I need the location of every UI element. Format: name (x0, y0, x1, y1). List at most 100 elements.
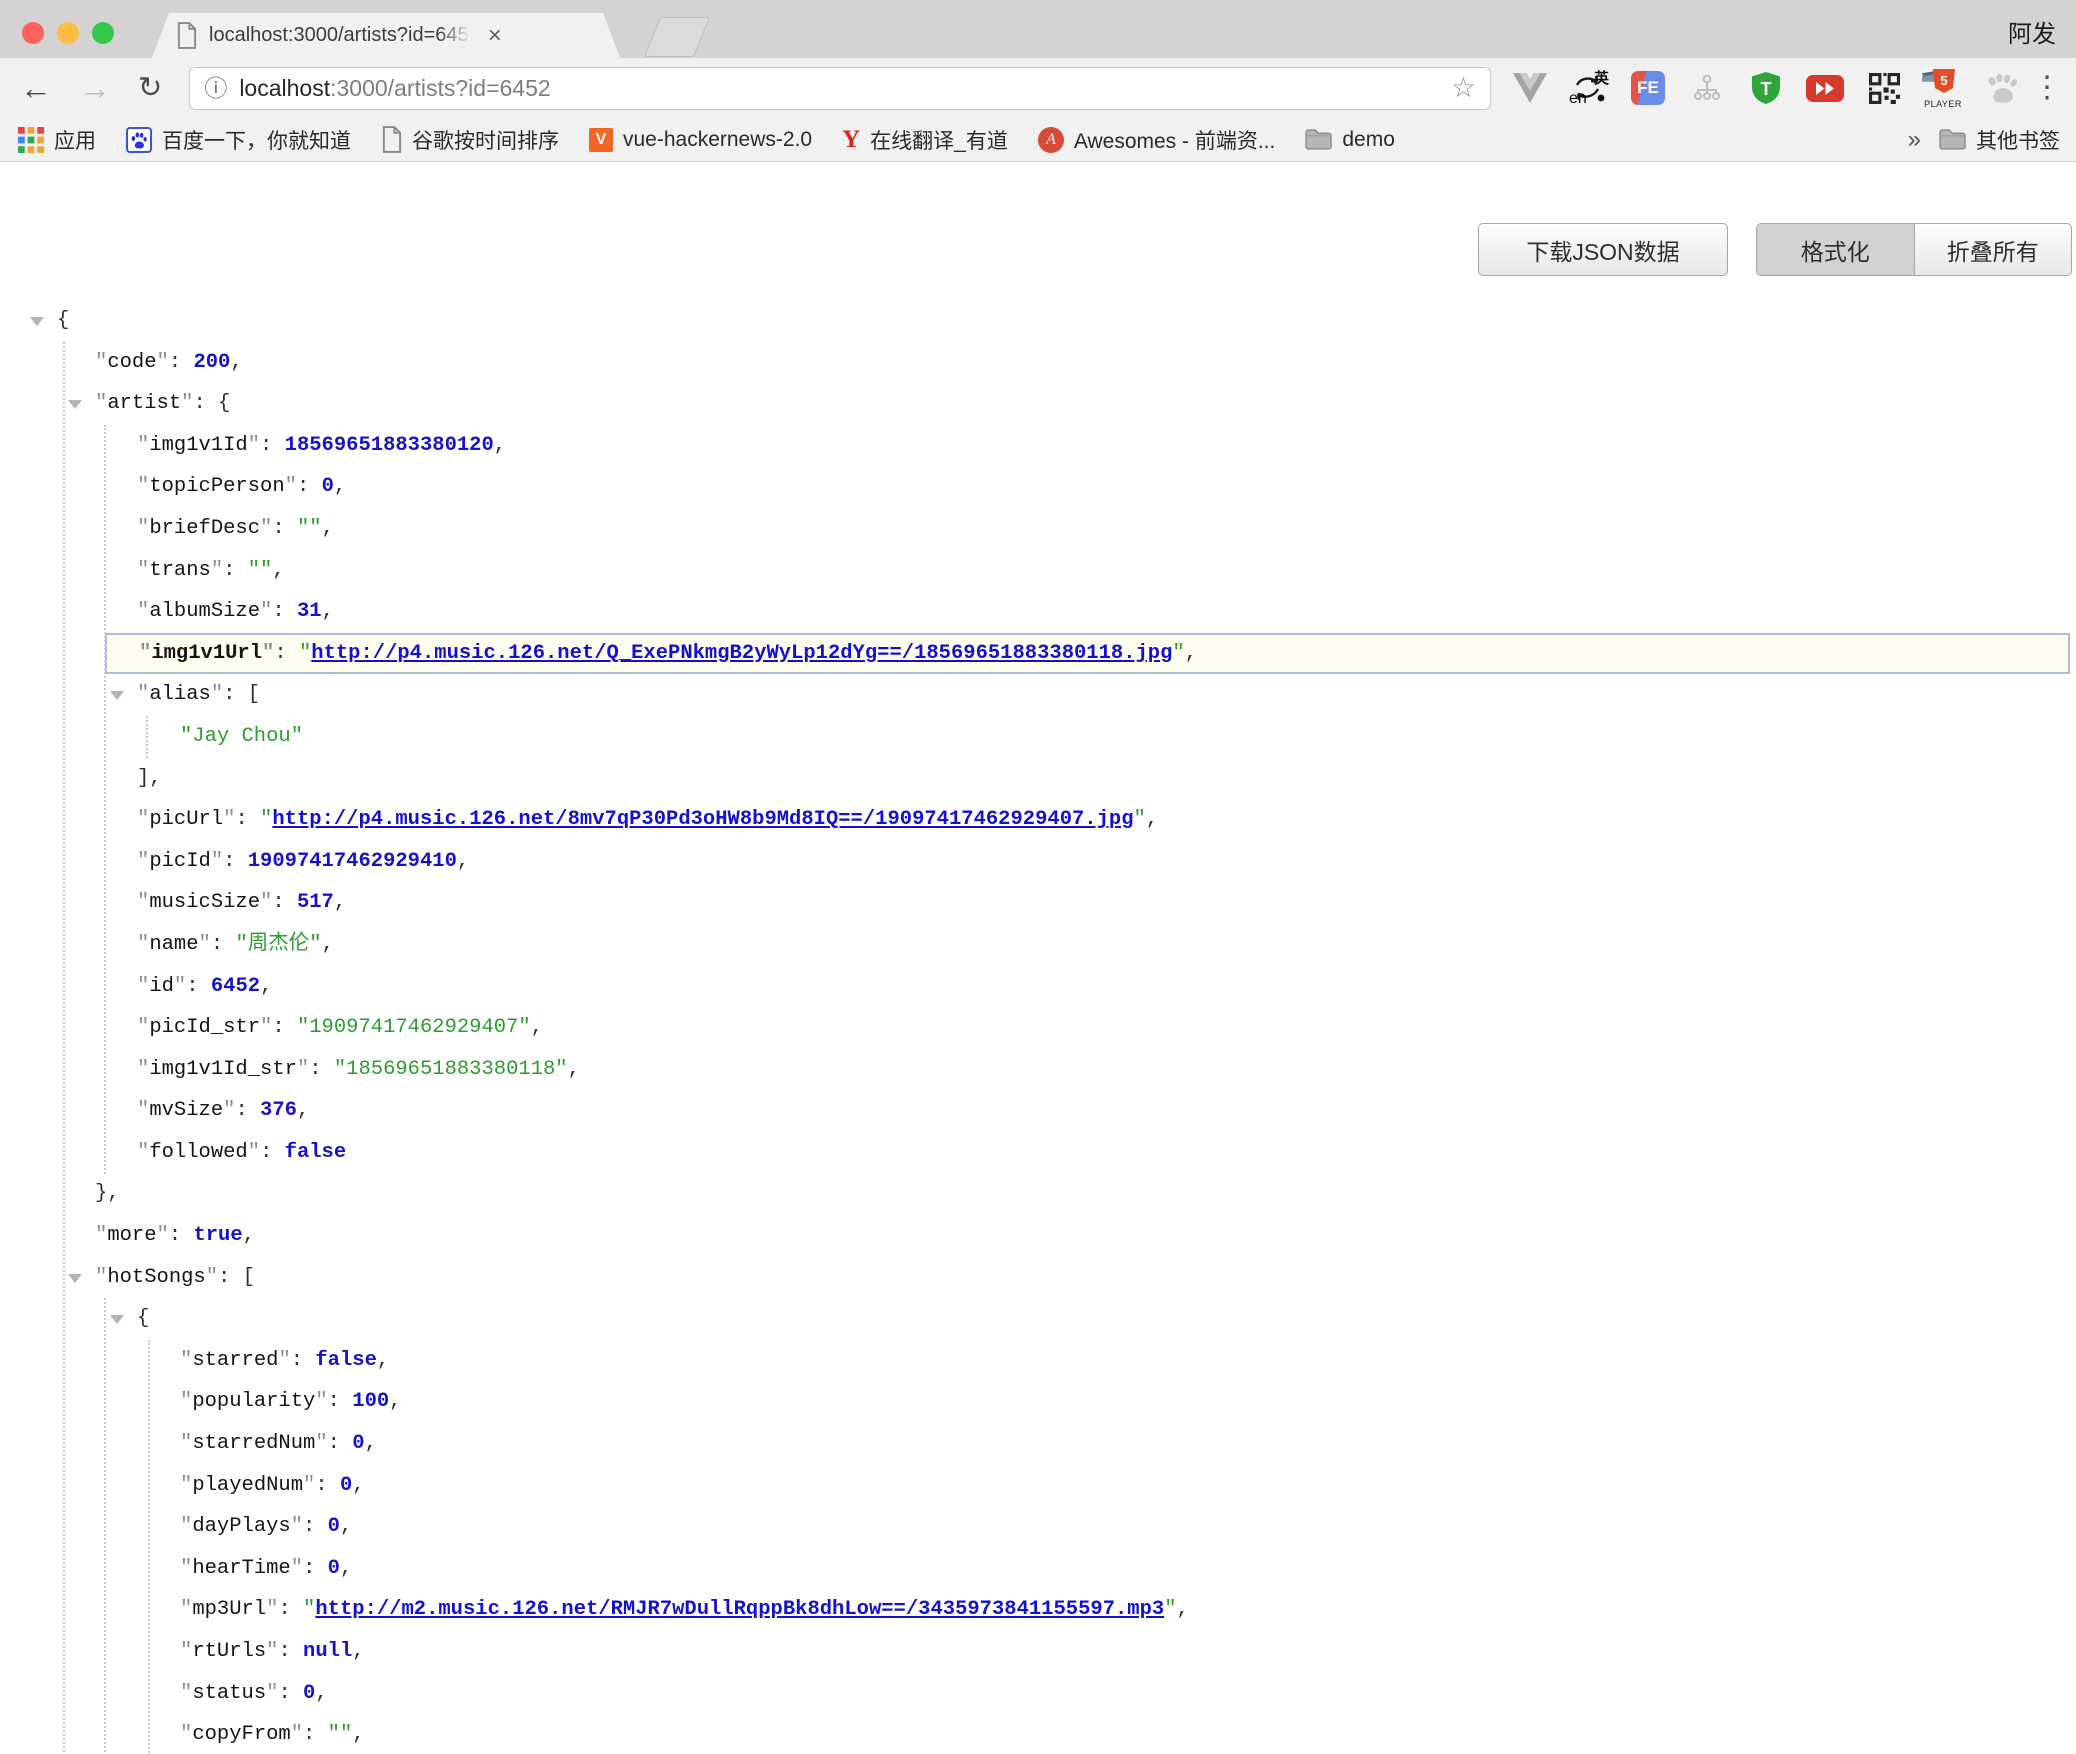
json-line: "alias": [ (0, 674, 2076, 716)
json-punctuation: , (365, 1432, 377, 1455)
json-line: "copyFrom": "", (0, 1714, 2076, 1753)
zoom-window-button[interactable] (92, 22, 114, 44)
quote: " (1172, 642, 1184, 665)
apps-grid-icon (18, 127, 44, 153)
json-key: more (107, 1224, 156, 1247)
bookmark-item[interactable]: 百度一下，你就知道 (126, 125, 351, 155)
collapse-all-button[interactable]: 折叠所有 (1915, 224, 2072, 275)
download-json-button[interactable]: 下载JSON数据 (1478, 223, 1728, 276)
json-punctuation: : (169, 351, 194, 374)
quote: " (180, 1557, 192, 1580)
tab-bar: localhost:3000/artists?id=6452 × 阿发 (0, 0, 2076, 58)
bookmark-item[interactable]: AAwesomes - 前端资... (1038, 125, 1276, 155)
json-punctuation: : (291, 1349, 316, 1372)
quote: " (180, 1723, 192, 1746)
json-key: albumSize (149, 600, 260, 623)
other-bookmarks-folder[interactable]: 其他书签 (1939, 125, 2060, 155)
bookmark-item[interactable]: demo (1305, 128, 1395, 152)
json-punctuation: , (568, 1058, 580, 1081)
paw-button[interactable] (1982, 67, 2022, 109)
profile-name[interactable]: 阿发 (2008, 14, 2056, 49)
forward-button[interactable]: → (79, 72, 111, 104)
json-line: "mp3Url": "http://m2.music.126.net/RMJR7… (0, 1589, 2076, 1631)
bookmark-item[interactable]: 应用 (18, 125, 96, 155)
vue-devtools-button[interactable] (1510, 67, 1550, 109)
json-number: 18569651883380120 (285, 434, 494, 457)
bookmark-star-icon[interactable]: ☆ (1451, 74, 1476, 102)
json-number: 6452 (211, 975, 260, 998)
json-literal: true (193, 1224, 242, 1247)
quote: " (248, 434, 260, 457)
html5-player-button[interactable]: 5PLAYER (1923, 67, 1963, 109)
bookmark-item[interactable]: Y在线翻译_有道 (842, 125, 1008, 155)
quote: " (291, 1515, 303, 1538)
json-key: img1v1Id_str (149, 1058, 297, 1081)
json-key: img1v1Id (149, 434, 247, 457)
collapse-toggle-icon[interactable] (110, 1315, 124, 1324)
tab-close-button[interactable]: × (488, 24, 502, 48)
format-button[interactable]: 格式化 (1757, 224, 1915, 275)
tampermonkey-button[interactable]: T (1746, 67, 1786, 109)
bookmark-label: 谷歌按时间排序 (412, 125, 559, 155)
collapse-toggle-icon[interactable] (68, 1274, 82, 1283)
json-line: "name": "周杰伦", (0, 924, 2076, 966)
quote: " (199, 933, 211, 956)
quote: " (260, 517, 272, 540)
info-icon[interactable]: ⓘ (204, 77, 227, 100)
video-fastforward-button[interactable] (1805, 67, 1845, 109)
bookmark-item[interactable]: Vvue-hackernews-2.0 (589, 128, 812, 152)
json-key: picId (149, 850, 211, 873)
bookmarks-list: 应用百度一下，你就知道 谷歌按时间排序 Vvue-hackernews-2.0 Y在线… (18, 125, 1395, 155)
fe-button[interactable]: FE (1628, 67, 1668, 109)
json-link[interactable]: http://p4.music.126.net/8mv7qP30Pd3oHW8b… (272, 808, 1133, 831)
json-key: starredNum (192, 1432, 315, 1455)
quote: " (260, 891, 272, 914)
quote: " (206, 1266, 218, 1289)
collapse-toggle-icon[interactable] (68, 400, 82, 409)
json-key: hotSongs (107, 1266, 205, 1289)
json-punctuation: : (260, 434, 285, 457)
quote: " (137, 850, 149, 873)
quote: " (315, 1390, 327, 1413)
bookmarks-overflow-button[interactable]: » (1908, 126, 1921, 154)
translate-en-button[interactable]: 英en (1569, 67, 1609, 109)
json-key: artist (107, 392, 181, 415)
json-punctuation: : (303, 1557, 328, 1580)
close-window-button[interactable] (22, 22, 44, 44)
json-line: "hearTime": 0, (0, 1548, 2076, 1590)
new-tab-button[interactable] (644, 17, 710, 57)
json-punctuation: : (186, 975, 211, 998)
bookmark-item[interactable]: 谷歌按时间排序 (381, 125, 559, 155)
qrcode-button[interactable] (1864, 67, 1904, 109)
page-icon (381, 126, 402, 153)
json-key: status (192, 1682, 266, 1705)
minimize-window-button[interactable] (57, 22, 79, 44)
address-bar[interactable]: ⓘ localhost:3000/artists?id=6452 ☆ (189, 67, 1491, 110)
reload-button[interactable]: ↻ (138, 74, 162, 103)
json-punctuation: : (235, 1099, 260, 1122)
json-punctuation: : (235, 808, 260, 831)
collapse-toggle-icon[interactable] (30, 317, 44, 326)
json-line: ], (0, 758, 2076, 800)
back-button[interactable]: ← (20, 72, 52, 104)
json-line: "Jay Chou" (0, 716, 2076, 758)
json-link[interactable]: http://m2.music.126.net/RMJR7wDullRqppBk… (315, 1598, 1164, 1621)
url-text: localhost:3000/artists?id=6452 (239, 75, 550, 102)
collapse-toggle-icon[interactable] (110, 691, 124, 700)
json-punctuation: , (352, 1474, 364, 1497)
json-line: "id": 6452, (0, 966, 2076, 1008)
json-literal: false (315, 1349, 377, 1372)
quote: " (180, 1640, 192, 1663)
json-line: "musicSize": 517, (0, 882, 2076, 924)
browser-window: localhost:3000/artists?id=6452 × 阿发 ← → … (0, 0, 2076, 1754)
json-actions: 下载JSON数据 格式化 折叠所有 (1478, 223, 2072, 276)
json-punctuation: : (272, 517, 297, 540)
json-punctuation: : (328, 1390, 353, 1413)
browser-tab[interactable]: localhost:3000/artists?id=6452 × (152, 13, 620, 58)
json-line: "starred": false, (0, 1340, 2076, 1382)
quote: " (180, 1390, 192, 1413)
sitemap-button[interactable] (1687, 67, 1727, 109)
json-link[interactable]: http://p4.music.126.net/Q_ExePNkmgB2yWyL… (311, 642, 1172, 665)
browser-menu-button[interactable]: ⋮ (2032, 73, 2076, 103)
json-punctuation: : (278, 1598, 303, 1621)
